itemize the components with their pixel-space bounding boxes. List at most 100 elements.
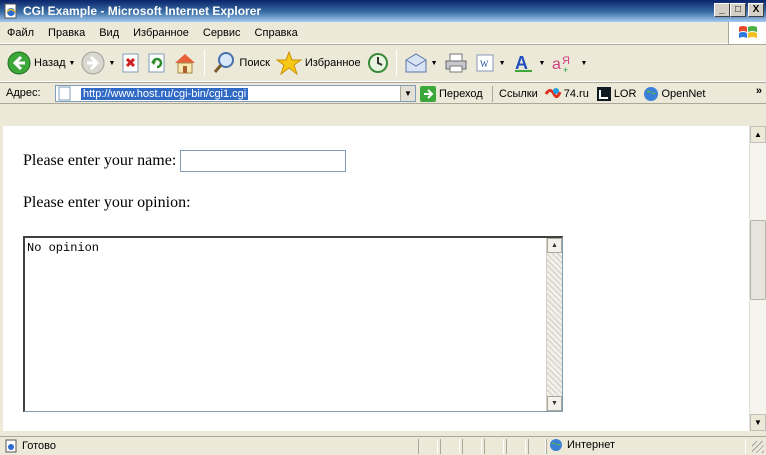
link-label: LOR [613, 88, 637, 100]
favorites-star-icon [275, 51, 302, 75]
windows-logo-icon [728, 22, 766, 44]
title-bar: CGI Example - Microsoft Internet Explore… [0, 0, 766, 22]
status-message: Готово [4, 439, 56, 453]
opinion-text[interactable]: No opinion [27, 241, 99, 255]
status-text: Готово [22, 440, 56, 452]
name-prompt: Please enter your name: [23, 152, 177, 169]
address-url[interactable]: http://www.host.ru/cgi-bin/cgi1.cgi [81, 87, 249, 100]
stop-button[interactable] [118, 48, 144, 78]
go-button[interactable]: Переход [420, 86, 483, 102]
search-label: Поиск [239, 57, 270, 69]
minimize-button[interactable]: _ [714, 3, 730, 17]
status-panel [418, 439, 438, 454]
search-button[interactable]: Поиск [209, 48, 272, 78]
chevron-down-icon[interactable]: ▼ [69, 60, 76, 67]
chevron-down-icon[interactable]: ▼ [108, 60, 115, 67]
chevron-down-icon[interactable]: ▼ [539, 60, 546, 67]
name-row: Please enter your name: [23, 150, 347, 172]
ie-page-icon [4, 3, 17, 19]
address-bar: Адрес: http://www.host.ru/cgi-bin/cgi1.c… [0, 82, 766, 104]
translate-icon: а Я + [552, 55, 570, 74]
maximize-button[interactable]: □ [730, 3, 746, 17]
address-dropdown-icon[interactable]: ▼ [400, 86, 415, 101]
status-bar: Готово Интернет [0, 436, 766, 455]
font-size-button[interactable]: A ▼ [509, 48, 549, 78]
scroll-up-icon[interactable]: ▲ [547, 238, 562, 253]
mail-button[interactable]: ▼ [401, 48, 441, 78]
toolbar-separator [204, 50, 206, 76]
translate-button[interactable]: а Я + ▼ [548, 48, 590, 78]
close-button[interactable]: X [748, 3, 764, 17]
toolbar: Назад ▼ ▼ Поиск Избранное ▼ W ▼ A ▼ а Я … [0, 44, 766, 82]
lor-icon [596, 87, 611, 101]
status-panel [528, 439, 546, 454]
favorites-button[interactable]: Избранное [273, 48, 364, 78]
go-label: Переход [439, 88, 483, 100]
go-arrow-icon [420, 86, 436, 102]
back-button[interactable]: Назад ▼ [4, 48, 78, 78]
back-arrow-icon [7, 51, 31, 75]
scroll-down-icon[interactable]: ▼ [547, 396, 562, 411]
status-panel [506, 439, 526, 454]
links-label: Ссылки [499, 88, 538, 100]
svg-text:а: а [552, 56, 561, 73]
link-74ru[interactable]: 74.ru [544, 86, 589, 102]
menu-tools[interactable]: Сервис [196, 27, 248, 39]
menu-bar: Файл Правка Вид Избранное Сервис Справка [0, 22, 766, 44]
scroll-down-icon[interactable]: ▼ [750, 414, 766, 431]
favorites-label: Избранное [304, 57, 361, 69]
menu-edit[interactable]: Правка [41, 27, 92, 39]
print-button[interactable] [441, 48, 471, 78]
menu-file[interactable]: Файл [0, 27, 41, 39]
name-input[interactable] [180, 150, 347, 172]
address-label: Адрес: [6, 87, 41, 99]
stop-icon [122, 53, 139, 73]
textarea-scrollbar[interactable]: ▲ ▼ [546, 238, 562, 411]
globe-icon [644, 87, 659, 101]
svg-text:+: + [563, 65, 568, 74]
internet-globe-icon [550, 439, 562, 451]
edit-icon: W [476, 54, 494, 72]
links-bar: Ссылки 74.ru LOR OpenNet [492, 86, 712, 102]
link-label: 74.ru [563, 88, 589, 100]
opinion-textarea[interactable]: No opinion ▲ ▼ [23, 236, 563, 412]
scroll-up-icon[interactable]: ▲ [750, 126, 766, 143]
chevron-down-icon[interactable]: ▼ [580, 60, 587, 67]
link-opennet[interactable]: OpenNet [643, 86, 705, 102]
links-separator [492, 86, 493, 102]
home-button[interactable] [170, 48, 200, 78]
page-done-icon [5, 439, 17, 453]
link-label: OpenNet [661, 88, 706, 100]
menu-view[interactable]: Вид [92, 27, 126, 39]
page-icon [58, 86, 71, 101]
link-lor[interactable]: LOR [596, 86, 637, 102]
status-panel [484, 439, 504, 454]
chevron-down-icon[interactable]: ▼ [499, 60, 506, 67]
history-button[interactable] [364, 48, 392, 78]
content-frame-top [0, 104, 766, 126]
menu-favorites[interactable]: Избранное [126, 27, 196, 39]
zone-label: Интернет [567, 439, 615, 451]
security-zone: Интернет [549, 438, 615, 452]
74ru-icon [544, 88, 562, 99]
home-icon [175, 54, 196, 74]
toolbar-separator [395, 50, 397, 76]
menu-help[interactable]: Справка [248, 27, 305, 39]
refresh-button[interactable] [144, 48, 170, 78]
page-content: Please enter your name: Please enter you… [3, 126, 751, 431]
scroll-thumb[interactable] [750, 220, 766, 300]
resize-grip[interactable] [752, 441, 764, 453]
forward-button[interactable]: ▼ [78, 48, 118, 78]
chevron-down-icon[interactable]: ▼ [431, 60, 438, 67]
opinion-prompt: Please enter your opinion: [23, 194, 191, 211]
address-input[interactable]: http://www.host.ru/cgi-bin/cgi1.cgi ▼ [55, 85, 416, 102]
more-links-icon[interactable]: » [756, 85, 762, 97]
refresh-icon [148, 53, 165, 73]
search-icon [214, 52, 235, 73]
font-size-icon: A [514, 53, 532, 73]
page-scrollbar[interactable]: ▲ ▼ [749, 126, 766, 431]
mail-icon [405, 53, 427, 73]
svg-text:W: W [480, 59, 489, 69]
status-panel [440, 439, 460, 454]
edit-button[interactable]: W ▼ [471, 48, 509, 78]
